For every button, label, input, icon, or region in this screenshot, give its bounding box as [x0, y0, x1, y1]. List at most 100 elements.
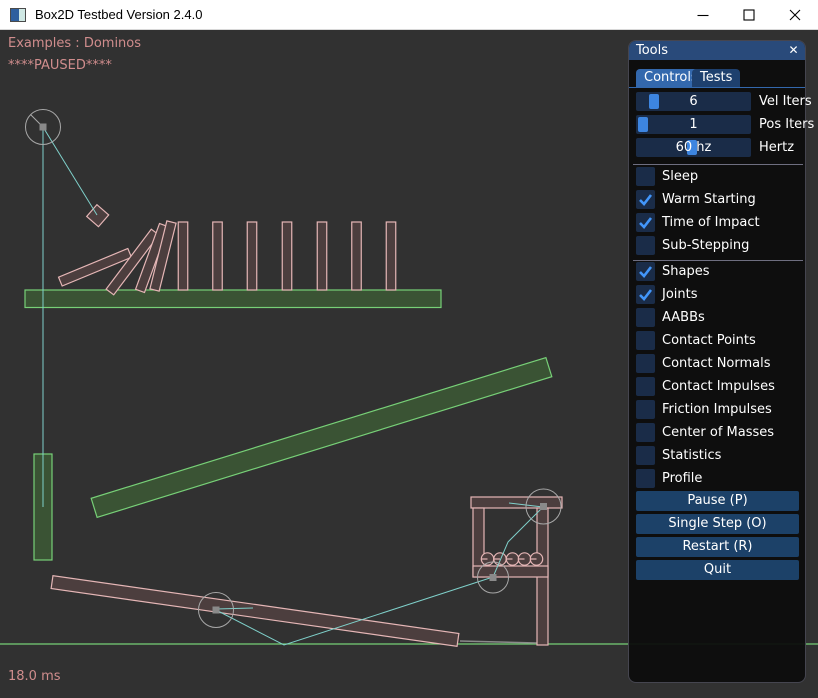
checkbox-box[interactable] [636, 400, 655, 419]
checkbox-statistics[interactable]: Statistics [636, 446, 804, 465]
separator [633, 164, 803, 165]
minimize-icon [697, 9, 709, 21]
slider-row-hertz: 60 hz Hertz [636, 138, 800, 157]
checkbox-box[interactable] [636, 213, 655, 232]
tools-panel: Tools ✕ Controls Tests 6 Vel Iters 1 Pos… [628, 40, 806, 683]
example-label: Examples : Dominos [8, 36, 141, 51]
pendulum-rope [43, 127, 97, 215]
checkbox-shapes[interactable]: Shapes [636, 262, 804, 281]
slider-value: 6 [636, 92, 751, 111]
checkbox-profile[interactable]: Profile [636, 469, 804, 488]
checkbox-box[interactable] [636, 377, 655, 396]
checkbox-box[interactable] [636, 331, 655, 350]
slider-label: Vel Iters [759, 92, 812, 111]
window-title: Box2D Testbed Version 2.4.0 [35, 7, 202, 22]
checkbox-friction-impulses[interactable]: Friction Impulses [636, 400, 804, 419]
checkbox-label: Time of Impact [662, 213, 760, 232]
checkbox-box[interactable] [636, 285, 655, 304]
domino [178, 222, 188, 290]
shelf-spheres [481, 553, 542, 565]
checkbox-box[interactable] [636, 423, 655, 442]
tab-bar-underline [629, 87, 805, 88]
panel-close-icon: ✕ [788, 43, 798, 57]
slider-label: Pos Iters [759, 115, 814, 134]
maximize-icon [743, 9, 755, 21]
tools-panel-title: Tools [636, 43, 668, 58]
pos-iters-slider[interactable]: 1 [636, 115, 751, 134]
domino [352, 222, 362, 290]
checkbox-aabbs[interactable]: AABBs [636, 308, 804, 327]
tab-tests-label: Tests [700, 70, 732, 85]
tools-panel-title-bar[interactable]: Tools [629, 41, 805, 60]
checkbox-box[interactable] [636, 236, 655, 255]
check-icon [636, 285, 655, 304]
checkbox-label: Sleep [662, 167, 698, 186]
hertz-slider[interactable]: 60 hz [636, 138, 751, 157]
domino [213, 222, 223, 290]
slider-value: 1 [636, 115, 751, 134]
vel-iters-slider[interactable]: 6 [636, 92, 751, 111]
tilted-green-plank [91, 358, 552, 518]
maximize-button[interactable] [726, 0, 772, 30]
os-title-bar: Box2D Testbed Version 2.4.0 [0, 0, 818, 30]
checkbox-time-of-impact[interactable]: Time of Impact [636, 213, 804, 232]
quit-button[interactable]: Quit [636, 560, 799, 580]
checkbox-label: Warm Starting [662, 190, 756, 209]
paused-label: ****PAUSED**** [8, 58, 112, 73]
tab-tests[interactable]: Tests [692, 69, 740, 87]
separator [633, 260, 803, 261]
slider-row-vel-iters: 6 Vel Iters [636, 92, 800, 111]
checkbox-label: Sub-Stepping [662, 236, 749, 255]
ground-piece [460, 641, 537, 643]
checkbox-contact-normals[interactable]: Contact Normals [636, 354, 804, 373]
checkbox-label: Center of Masses [662, 423, 774, 442]
stand-shelf [473, 566, 548, 577]
domino [386, 222, 396, 290]
checkbox-box[interactable] [636, 354, 655, 373]
slider-row-pos-iters: 1 Pos Iters [636, 115, 800, 134]
domino [247, 222, 257, 290]
checkbox-sub-stepping[interactable]: Sub-Stepping [636, 236, 804, 255]
checkbox-box[interactable] [636, 167, 655, 186]
checkbox-contact-points[interactable]: Contact Points [636, 331, 804, 350]
frame-time-label: 18.0 ms [8, 669, 61, 684]
restart-button[interactable]: Restart (R) [636, 537, 799, 557]
single-step-button[interactable]: Single Step (O) [636, 514, 799, 534]
anchor-square [213, 607, 220, 614]
anchor-square [40, 124, 47, 131]
stand-structure [471, 497, 562, 645]
pause-button[interactable]: Pause (P) [636, 491, 799, 511]
checkbox-box[interactable] [636, 262, 655, 281]
check-icon [636, 262, 655, 281]
checkbox-label: Profile [662, 469, 702, 488]
app-icon [10, 8, 26, 22]
checkbox-box[interactable] [636, 446, 655, 465]
anchor-square [490, 574, 497, 581]
checkbox-contact-impulses[interactable]: Contact Impulses [636, 377, 804, 396]
swinging-box [87, 205, 109, 227]
checkbox-label: Joints [662, 285, 698, 304]
seesaw-plank [51, 576, 459, 647]
close-button[interactable] [772, 0, 818, 30]
checkbox-box[interactable] [636, 469, 655, 488]
checkbox-label: Contact Points [662, 331, 756, 350]
domino [282, 222, 292, 290]
slider-value: 60 hz [636, 138, 751, 157]
domino-platform [25, 290, 441, 308]
stand-top-beam [471, 497, 562, 508]
checkbox-label: Contact Normals [662, 354, 771, 373]
tab-controls-label: Controls [644, 70, 698, 85]
checkbox-label: Statistics [662, 446, 721, 465]
check-icon [636, 190, 655, 209]
panel-close-button[interactable]: ✕ [786, 43, 801, 58]
checkbox-warm-starting[interactable]: Warm Starting [636, 190, 804, 209]
checkbox-box[interactable] [636, 190, 655, 209]
domino [317, 222, 327, 290]
standing-dominos [178, 222, 396, 290]
close-icon [789, 9, 801, 21]
checkbox-joints[interactable]: Joints [636, 285, 804, 304]
checkbox-box[interactable] [636, 308, 655, 327]
checkbox-center-of-masses[interactable]: Center of Masses [636, 423, 804, 442]
checkbox-sleep[interactable]: Sleep [636, 167, 804, 186]
minimize-button[interactable] [680, 0, 726, 30]
